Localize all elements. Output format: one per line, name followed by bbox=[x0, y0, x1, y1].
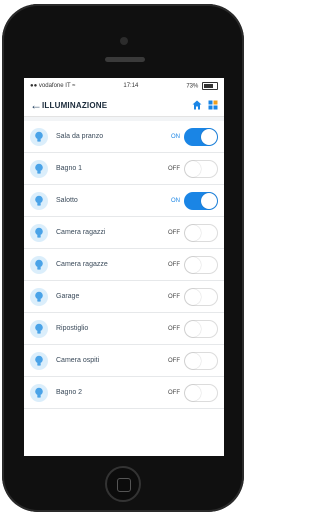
light-row[interactable]: Camera ragazzi OFF bbox=[24, 217, 224, 249]
clock: 17:14 bbox=[123, 83, 139, 89]
light-toggle-switch[interactable] bbox=[184, 319, 218, 338]
lightbulb-icon bbox=[30, 351, 48, 370]
toggle-knob bbox=[185, 160, 201, 177]
light-toggle-switch[interactable] bbox=[184, 127, 218, 146]
light-row[interactable]: Bagno 1 OFF bbox=[24, 153, 224, 185]
light-state-label: OFF bbox=[168, 229, 180, 236]
nav-bar: ← ILLUMINAZIONE bbox=[24, 94, 224, 117]
light-name: Sala da pranzo bbox=[56, 133, 104, 140]
carrier-label: ●● vodafone IT ≈ bbox=[30, 83, 76, 89]
lightbulb-icon bbox=[30, 127, 48, 146]
toggle-knob bbox=[185, 384, 201, 401]
light-row[interactable]: Garage OFF bbox=[24, 281, 224, 313]
light-state-label: OFF bbox=[168, 357, 180, 364]
light-state-label: OFF bbox=[168, 165, 180, 172]
light-toggle-switch[interactable] bbox=[184, 255, 218, 274]
front-camera bbox=[120, 37, 128, 45]
light-name: Garage bbox=[56, 293, 80, 300]
light-toggle-switch[interactable] bbox=[184, 223, 218, 242]
toggle-knob bbox=[185, 352, 201, 369]
light-row[interactable]: Camera ospiti OFF bbox=[24, 345, 224, 377]
page-title: ILLUMINAZIONE bbox=[42, 100, 108, 110]
lightbulb-icon bbox=[30, 383, 48, 402]
app-screen: ●● vodafone IT ≈ 17:14 73% ← ILLUMINAZIO… bbox=[24, 78, 224, 456]
light-name: Bagno 1 bbox=[56, 165, 83, 172]
phone-frame: ●● vodafone IT ≈ 17:14 73% ← ILLUMINAZIO… bbox=[2, 4, 244, 512]
light-row[interactable]: Sala da pranzo ON bbox=[24, 121, 224, 153]
light-toggle-switch[interactable] bbox=[184, 383, 218, 402]
battery-icon bbox=[202, 82, 218, 90]
light-name: Salotto bbox=[56, 197, 78, 204]
light-name: Camera ospiti bbox=[56, 357, 100, 364]
toggle-knob bbox=[201, 192, 217, 209]
light-name: Camera ragazzi bbox=[56, 229, 106, 236]
toggle-knob bbox=[185, 320, 201, 337]
lightbulb-icon bbox=[30, 255, 48, 274]
toggle-knob bbox=[185, 256, 201, 273]
lightbulb-icon bbox=[30, 191, 48, 210]
battery-indicator: 73% bbox=[186, 82, 218, 90]
status-bar: ●● vodafone IT ≈ 17:14 73% bbox=[24, 78, 224, 94]
light-row[interactable]: Bagno 2 OFF bbox=[24, 377, 224, 409]
lightbulb-icon bbox=[30, 159, 48, 178]
lightbulb-icon bbox=[30, 319, 48, 338]
light-row[interactable]: Ripostiglio OFF bbox=[24, 313, 224, 345]
light-name: Camera ragazze bbox=[56, 261, 108, 268]
light-name: Bagno 2 bbox=[56, 389, 83, 396]
back-arrow-icon[interactable]: ← bbox=[30, 98, 42, 112]
light-row[interactable]: Camera ragazze OFF bbox=[24, 249, 224, 281]
light-toggle-switch[interactable] bbox=[184, 351, 218, 370]
lights-list: Sala da pranzo ON Bagno 1 OFF Salotto ON Camer… bbox=[24, 117, 224, 409]
light-toggle-switch[interactable] bbox=[184, 287, 218, 306]
light-state-label: OFF bbox=[168, 293, 180, 300]
toggle-knob bbox=[201, 128, 217, 145]
grid-icon[interactable] bbox=[208, 100, 218, 110]
light-toggle-switch[interactable] bbox=[184, 191, 218, 210]
toggle-knob bbox=[185, 288, 201, 305]
earpiece-speaker bbox=[105, 57, 145, 62]
light-state-label: ON bbox=[171, 133, 180, 140]
light-state-label: OFF bbox=[168, 325, 180, 332]
lightbulb-icon bbox=[30, 223, 48, 242]
battery-percent: 73% bbox=[186, 83, 199, 90]
light-state-label: OFF bbox=[168, 389, 180, 396]
home-icon[interactable] bbox=[192, 100, 202, 110]
lightbulb-icon bbox=[30, 287, 48, 306]
light-name: Ripostiglio bbox=[56, 325, 89, 332]
light-row[interactable]: Salotto ON bbox=[24, 185, 224, 217]
toggle-knob bbox=[185, 224, 201, 241]
hardware-home-button[interactable] bbox=[105, 466, 141, 502]
light-toggle-switch[interactable] bbox=[184, 159, 218, 178]
light-state-label: ON bbox=[171, 197, 180, 204]
light-state-label: OFF bbox=[168, 261, 180, 268]
